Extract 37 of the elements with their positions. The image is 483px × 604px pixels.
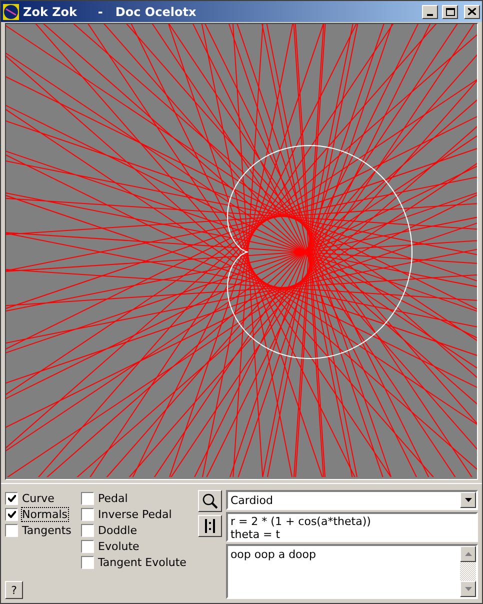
- checkbox[interactable]: [81, 540, 94, 552]
- minimize-button[interactable]: [422, 4, 438, 18]
- checkbox-label: Pedal: [98, 492, 128, 504]
- checkbox[interactable]: [81, 492, 94, 504]
- window-title: Zok Zok - Doc Ocelotx: [23, 4, 196, 18]
- checkbox-label: Tangent Evolute: [98, 556, 186, 568]
- checkbox-label: Evolute: [98, 540, 140, 552]
- checkbox[interactable]: [81, 508, 94, 520]
- checkbox-label: Curve: [22, 492, 54, 504]
- scroll-down-icon: [464, 587, 472, 591]
- fit-button[interactable]: [198, 515, 222, 537]
- help-button[interactable]: ?: [5, 581, 23, 599]
- zoom-button[interactable]: [198, 490, 222, 512]
- maximize-icon: [446, 8, 454, 16]
- notes-field[interactable]: oop oop a doop: [226, 544, 478, 599]
- search-icon: [202, 493, 218, 509]
- checkbox[interactable]: [5, 492, 18, 504]
- checkbox[interactable]: [81, 556, 94, 568]
- close-button[interactable]: [464, 4, 480, 18]
- checkbox[interactable]: [5, 508, 18, 520]
- curve-dropdown[interactable]: Cardiod: [226, 490, 478, 510]
- app-logo-icon: [3, 4, 19, 20]
- checkmark-icon: [8, 494, 16, 502]
- maximize-button[interactable]: [442, 4, 458, 18]
- bar-dots-icon: [205, 519, 216, 533]
- equation-field[interactable]: r = 2 * (1 + cos(a*theta)) theta = t: [226, 512, 478, 542]
- dropdown-arrow-icon: [464, 498, 472, 502]
- checkmark-icon: [8, 510, 16, 518]
- checkbox-label: Inverse Pedal: [98, 508, 172, 520]
- minimize-icon: [427, 14, 433, 16]
- close-icon: [468, 8, 476, 15]
- checkbox[interactable]: [81, 524, 94, 536]
- checkbox-label: Doddle: [98, 524, 137, 536]
- scroll-up-icon: [464, 552, 472, 556]
- checkbox[interactable]: [5, 524, 18, 536]
- checkbox-label: Tangents: [22, 524, 72, 536]
- checkbox-label: Normals: [22, 508, 68, 520]
